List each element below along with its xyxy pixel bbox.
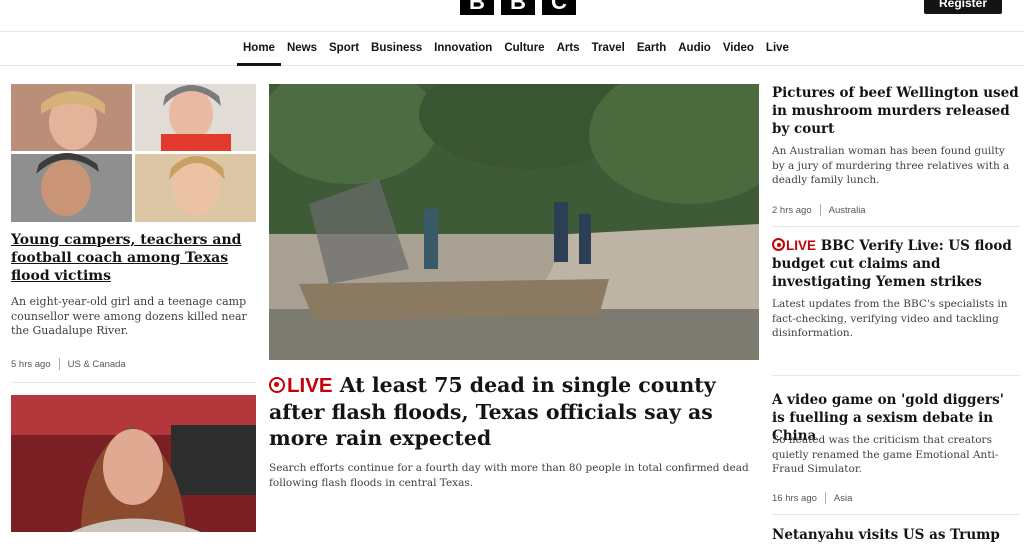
right-story-3-section[interactable]: Asia — [834, 493, 852, 504]
left-divider — [11, 382, 256, 383]
nav-item-news[interactable]: News — [281, 32, 323, 66]
nav-item-home[interactable]: Home — [237, 32, 281, 66]
right-story-4-headline[interactable]: Netanyahu visits US as Trump puts — [772, 526, 1020, 544]
nav-item-audio[interactable]: Audio — [672, 32, 717, 66]
nav-item-sport[interactable]: Sport — [323, 32, 365, 66]
right-story-1-time: 2 hrs ago — [772, 204, 812, 216]
right-story-1-section[interactable]: Australia — [829, 205, 866, 216]
right-story-3-summary: So heated was the criticism that creator… — [772, 434, 999, 475]
left-story-headline[interactable]: Young campers, teachers and football coa… — [11, 231, 256, 285]
main-nav: Home News Sport Business Innovation Cult… — [0, 32, 1024, 66]
live-badge: LIVE — [772, 238, 816, 253]
nav-item-arts[interactable]: Arts — [551, 32, 586, 66]
nav-item-culture[interactable]: Culture — [498, 32, 550, 66]
right-story-1-meta: 2 hrs ago Australia — [772, 204, 866, 216]
nav-item-business[interactable]: Business — [365, 32, 428, 66]
nav-item-earth[interactable]: Earth — [631, 32, 672, 66]
nav-item-travel[interactable]: Travel — [586, 32, 631, 66]
register-button[interactable]: Register — [924, 0, 1002, 14]
right-story-3-time: 16 hrs ago — [772, 492, 817, 504]
left-story-section[interactable]: US & Canada — [68, 359, 126, 370]
nav-item-innovation[interactable]: Innovation — [428, 32, 498, 66]
bbc-logo[interactable]: B B C — [460, 0, 576, 15]
right-story-1-headline[interactable]: Pictures of beef Wellington used in mush… — [772, 84, 1020, 138]
logo-letter-c: C — [542, 0, 576, 15]
live-badge: LIVE — [269, 374, 333, 397]
live-label: LIVE — [287, 374, 333, 397]
meta-separator — [58, 358, 60, 370]
live-icon — [772, 238, 785, 251]
tearful-woman-image[interactable] — [11, 395, 256, 532]
lead-story-headline[interactable]: LIVE At least 75 dead in single county a… — [269, 372, 759, 451]
nav-item-video[interactable]: Video — [717, 32, 760, 66]
live-icon — [269, 377, 285, 393]
right-story-3-meta: 16 hrs ago Asia — [772, 492, 852, 504]
right-divider-1 — [772, 226, 1020, 227]
right-story-2-summary: Latest updates from the BBC's specialist… — [772, 298, 1008, 339]
right-story-1-summary: An Australian woman has been found guilt… — [772, 145, 1010, 186]
meta-separator — [824, 492, 826, 504]
lead-story-summary: Search efforts continue for a fourth day… — [269, 462, 749, 489]
right-divider-2 — [772, 375, 1020, 376]
left-story-time: 5 hrs ago — [11, 358, 51, 370]
left-story-summary: An eight-year-old girl and a teenage cam… — [11, 295, 247, 337]
left-story-meta: 5 hrs ago US & Canada — [11, 358, 126, 370]
top-bar: B B C Register — [0, 0, 1024, 32]
live-label: LIVE — [786, 238, 817, 253]
logo-letter-b2: B — [501, 0, 535, 15]
nav-item-live[interactable]: Live — [760, 32, 795, 66]
meta-separator — [819, 204, 821, 216]
airboat-rescue-image[interactable] — [269, 84, 759, 360]
right-divider-3 — [772, 514, 1020, 515]
flood-victims-collage-image[interactable] — [11, 84, 256, 222]
lead-story-headline-text: At least 75 dead in single county after … — [269, 373, 716, 450]
logo-letter-b1: B — [460, 0, 494, 15]
right-story-2-headline[interactable]: LIVE BBC Verify Live: US flood budget cu… — [772, 237, 1020, 291]
